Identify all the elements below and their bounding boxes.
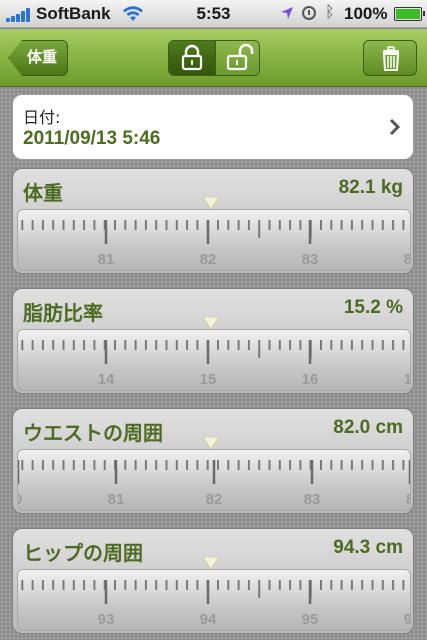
ruler-tick-label: 8 [406,491,411,508]
unlock-segment[interactable] [215,41,259,75]
ruler-tick-label: 0 [18,491,22,508]
pointer-triangle-icon [203,317,219,329]
ruler-scale: 81 82 83 84 [21,220,411,268]
gauge-value: 15.2 % [343,297,403,318]
delete-button[interactable] [363,40,417,76]
gauge-value: 82.0 cm [333,417,403,438]
ruler-tick-label: 81 [98,251,115,268]
lock-segment[interactable] [169,41,215,75]
gauge-label: 体重 [23,181,63,205]
ruler-tick-label: 93 [98,611,115,628]
ruler-scale: 0 81 82 83 8 [18,460,411,508]
ruler-slider[interactable]: 14 15 16 17 [17,329,411,391]
record-detail-view: 日付: 2011/09/13 5:46 体重 82.1 kg 81828384 … [0,88,427,640]
gauge-label: ヒップの周囲 [23,541,143,565]
pointer-triangle-icon [203,557,219,569]
gauge-value: 94.3 cm [333,537,403,558]
lock-closed-icon [181,44,203,71]
gauge-label: 脂肪比率 [23,301,103,325]
battery-percent: 100% [344,4,388,23]
ruler-tick-label: 83 [304,491,321,508]
ruler-tick-label: 95 [302,611,319,628]
ruler-tick-label: 81 [108,491,125,508]
ruler-tick-label: 96 [404,611,411,628]
ruler-slider[interactable]: 0 81 82 83 8 [17,449,411,511]
pointer-triangle-icon [203,437,219,449]
lock-segmented-control[interactable] [168,40,260,76]
gauge-waist[interactable]: ウエストの周囲 82.0 cm 0 81 82 83 8 [12,408,414,514]
trash-icon [382,46,400,71]
status-bar: SoftBank 5:53 ᛒ 100% [0,0,427,28]
back-button[interactable]: 体重 [8,40,68,76]
gauge-hip[interactable]: ヒップの周囲 94.3 cm 93 94 95 96 [12,528,414,634]
gauge-value: 82.1 kg [338,177,403,198]
pointer-triangle-icon [203,197,219,209]
date-label: 日付: [23,108,61,127]
gauge-label: ウエストの周囲 [23,421,163,445]
ruler-tick-label: 17 [404,371,411,388]
navigation-bar: 体重 [0,29,427,87]
date-value: 2011/09/13 5:46 [23,128,161,149]
alarm-clock-icon [302,6,316,20]
ruler-tick-label: 84 [404,251,411,268]
battery-icon [394,7,425,21]
gauge-body-fat[interactable]: 脂肪比率 15.2 % 14 15 16 17 [12,288,414,394]
date-row[interactable]: 日付: 2011/09/13 5:46 [12,94,414,160]
ruler-slider[interactable]: 81 82 83 84 [17,209,411,271]
ruler-tick-label: 82 [206,491,223,508]
gauge-weight[interactable]: 体重 82.1 kg 81 82 83 84 [12,168,414,274]
ruler-tick-label: 83 [302,251,319,268]
bluetooth-icon: ᛒ [325,4,335,21]
lock-open-icon [226,43,254,71]
ruler-tick-label: 82 [200,251,217,268]
chevron-right-icon [389,118,401,136]
ruler-scale: 14 15 16 17 [21,340,411,388]
location-arrow-icon [281,7,293,19]
ruler-tick-label: 94 [200,611,217,628]
ruler-tick-label: 16 [302,371,319,388]
ruler-scale: 93 94 95 96 [21,580,411,628]
ruler-tick-label: 15 [200,371,217,388]
ruler-tick-label: 14 [98,371,115,388]
ruler-slider[interactable]: 93 94 95 96 [17,569,411,631]
